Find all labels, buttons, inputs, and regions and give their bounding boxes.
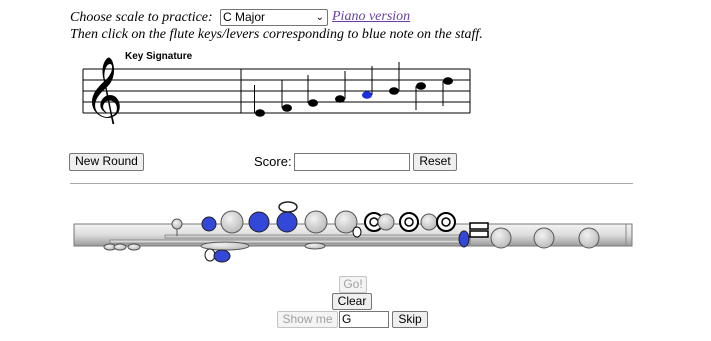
lower-lever-1[interactable]: [200, 241, 250, 251]
key-11[interactable]: [436, 212, 456, 232]
instruction-line-1: Choose scale to practice:: [70, 10, 213, 25]
foot-key-3[interactable]: [578, 227, 600, 249]
key-9[interactable]: [399, 212, 419, 232]
foot-lever-2[interactable]: [469, 230, 489, 238]
key-4[interactable]: [276, 211, 298, 233]
key-1[interactable]: [201, 216, 217, 232]
key-signature-label: Key Signature: [125, 51, 193, 62]
flute-diagram: [73, 201, 633, 263]
lower-lever-2[interactable]: [304, 242, 326, 250]
foot-lever-1[interactable]: [469, 222, 489, 230]
new-round-button[interactable]: New Round: [69, 153, 144, 171]
foot-key-2[interactable]: [533, 227, 555, 249]
chevron-down-icon: ⌄: [315, 12, 324, 23]
clear-button[interactable]: Clear: [332, 293, 372, 310]
lower-key-3[interactable]: [127, 243, 141, 251]
note-a: [389, 62, 400, 95]
lower-lever-3[interactable]: [204, 248, 216, 262]
skip-button[interactable]: Skip: [392, 311, 428, 328]
key-10[interactable]: [420, 213, 438, 231]
foot-lever-blue[interactable]: [458, 230, 470, 248]
foot-key-1[interactable]: [490, 227, 512, 249]
scale-select[interactable]: C Major ⌄: [220, 9, 328, 26]
go-button[interactable]: Go!: [339, 276, 367, 293]
key-5[interactable]: [304, 210, 328, 234]
piano-version-link[interactable]: Piano version: [332, 9, 410, 25]
scale-select-value: C Major: [223, 10, 266, 24]
music-staff: Key Signature 𝄞: [82, 51, 471, 124]
small-key-1[interactable]: [171, 218, 183, 230]
lower-key-2[interactable]: [113, 243, 127, 251]
score-field[interactable]: [294, 153, 410, 171]
divider: [70, 183, 633, 184]
note-d: [281, 80, 292, 112]
note-f: [335, 71, 346, 103]
score-label: Score:: [254, 154, 292, 169]
treble-clef-icon: 𝄞: [84, 57, 123, 124]
key-3[interactable]: [248, 211, 270, 233]
answer-field[interactable]: G: [339, 311, 389, 328]
key-2[interactable]: [220, 210, 244, 234]
small-lever-1[interactable]: [352, 226, 362, 238]
reset-button[interactable]: Reset: [413, 153, 457, 171]
thumb-key[interactable]: [278, 201, 298, 213]
show-me-button[interactable]: Show me: [277, 311, 338, 328]
note-b: [415, 82, 426, 110]
instruction-line-2: Then click on the flute keys/levers corr…: [70, 27, 483, 42]
lower-lever-blue[interactable]: [213, 249, 231, 263]
key-8[interactable]: [377, 213, 395, 231]
note-c: [252, 85, 268, 117]
note-g-current: [362, 66, 373, 99]
